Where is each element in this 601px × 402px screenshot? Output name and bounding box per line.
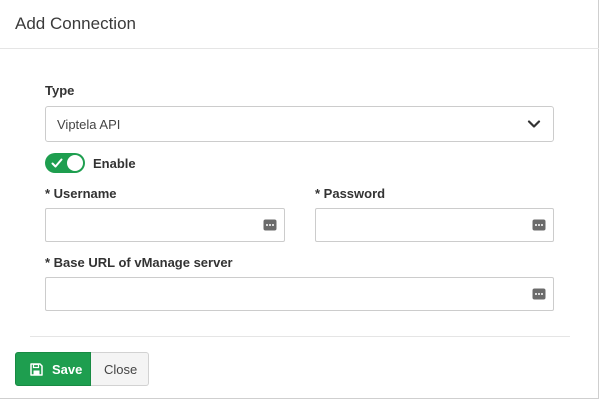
type-select-value: Viptela API (57, 117, 121, 132)
save-button-label: Save (52, 362, 83, 377)
base-url-label: * Base URL of vManage server (45, 255, 233, 270)
check-icon (51, 158, 63, 168)
toggle-knob (67, 155, 83, 171)
enable-toggle[interactable] (45, 153, 85, 173)
footer-divider (30, 336, 570, 337)
enable-label: Enable (93, 156, 136, 171)
add-connection-dialog: Add Connection Type Viptela API Enable *… (0, 0, 599, 399)
floppy-disk-icon (30, 363, 43, 376)
username-field[interactable] (45, 208, 285, 242)
save-button[interactable]: Save (15, 352, 91, 386)
password-label: * Password (315, 186, 386, 201)
dialog-header: Add Connection (0, 0, 599, 49)
password-manager-icon[interactable] (263, 218, 277, 232)
type-label: Type (45, 83, 75, 98)
username-label: * Username (45, 186, 117, 201)
base-url-field[interactable] (45, 277, 554, 311)
close-button-label: Close (104, 362, 138, 377)
password-manager-icon[interactable] (532, 218, 546, 232)
password-field[interactable] (315, 208, 554, 242)
password-manager-icon[interactable] (532, 287, 546, 301)
close-button[interactable]: Close (91, 352, 149, 386)
type-select[interactable]: Viptela API (45, 106, 554, 142)
chevron-down-icon (527, 120, 541, 128)
dialog-title: Add Connection (15, 14, 136, 33)
